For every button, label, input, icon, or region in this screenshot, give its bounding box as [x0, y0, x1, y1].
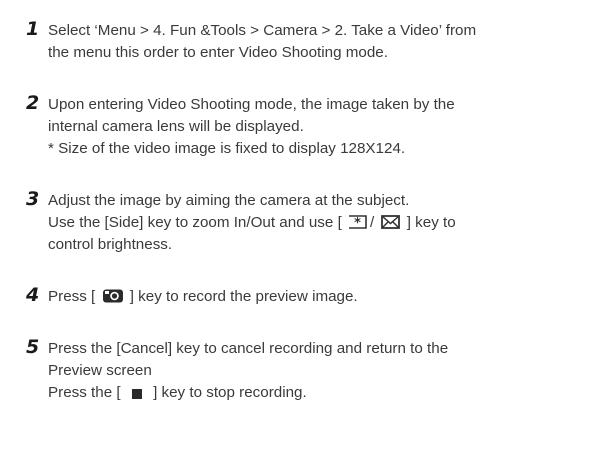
step-text-fragment: Press the [ [48, 384, 121, 401]
step-line: Press the [Cancel] key to cancel recordi… [48, 340, 449, 357]
step-text: Press the [Cancel] key to cancel recordi… [48, 338, 586, 404]
step-1: 1 Select ‘Menu > 4. Fun &Tools > Camera … [26, 18, 586, 64]
step-5: 5 Press the [Cancel] key to cancel recor… [26, 336, 586, 404]
step-text-fragment: Use the [Side] key to zoom In/Out and us… [48, 214, 342, 231]
step-text: Press [ ] key to record the preview imag… [48, 286, 586, 308]
step-line: Upon entering Video Shooting mode, the i… [48, 96, 455, 113]
step-line: Select ‘Menu > 4. Fun &Tools > Camera > … [48, 22, 477, 39]
step-text-fragment: ] key to stop recording. [153, 384, 307, 401]
step-text: Upon entering Video Shooting mode, the i… [48, 94, 586, 160]
step-text-fragment: / [370, 214, 375, 231]
step-number: 1 [26, 18, 40, 40]
step-line: Adjust the image by aiming the camera at… [48, 192, 410, 209]
star-key-icon: * [348, 214, 368, 230]
step-line-with-icons: Use the [Side] key to zoom In/Out and us… [48, 212, 586, 234]
step-line: internal camera lens will be displayed. [48, 118, 304, 135]
svg-text:*: * [354, 216, 361, 230]
step-3: 3 Adjust the image by aiming the camera … [26, 188, 586, 256]
camera-key-icon [102, 288, 124, 304]
step-line: control brightness. [48, 236, 173, 253]
step-line: the menu this order to enter Video Shoot… [48, 44, 388, 61]
step-line-with-icon: Press the [ ] key to stop recording. [48, 382, 586, 404]
step-text: Select ‘Menu > 4. Fun &Tools > Camera > … [48, 20, 586, 64]
step-note: * Size of the video image is fixed to di… [48, 140, 406, 157]
step-text: Adjust the image by aiming the camera at… [48, 190, 586, 256]
step-line: Preview screen [48, 362, 152, 379]
envelope-key-icon [380, 214, 401, 230]
step-text-fragment: ] key to [406, 214, 456, 231]
step-2: 2 Upon entering Video Shooting mode, the… [26, 92, 586, 160]
stop-key-icon [131, 386, 143, 400]
step-4: 4 Press [ ] key to record the preview im… [26, 284, 586, 308]
step-line-with-icon: Press [ ] key to record the preview imag… [48, 286, 586, 308]
step-number: 5 [26, 336, 40, 358]
step-number: 2 [26, 92, 40, 114]
step-number: 3 [26, 188, 40, 210]
step-text-fragment: Press [ [48, 288, 96, 305]
step-number: 4 [26, 284, 40, 306]
step-text-fragment: ] key to record the preview image. [129, 288, 358, 305]
